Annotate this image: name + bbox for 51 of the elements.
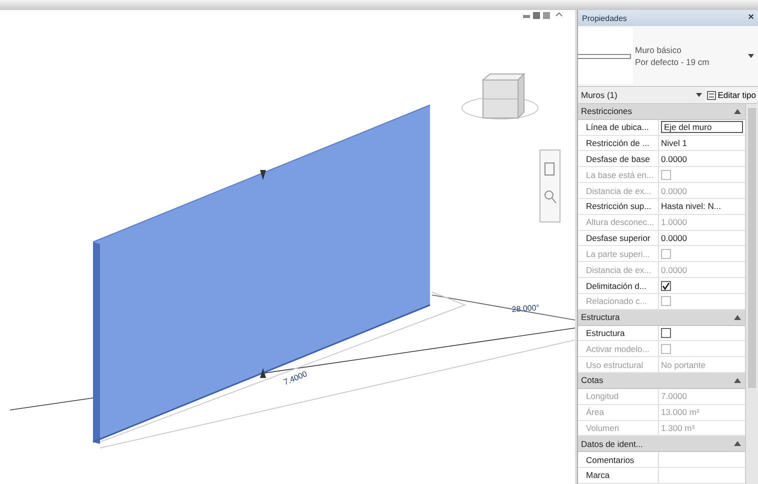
group-header[interactable]: Cotas <box>578 373 745 389</box>
property-label: Desfase de base <box>578 151 659 166</box>
caret-icon <box>748 54 754 58</box>
collapse-icon <box>734 441 741 446</box>
type-selector[interactable]: Muro básico Por defecto - 19 cm <box>578 26 758 87</box>
property-label: Delimitación d... <box>578 278 659 293</box>
dimension-label: 28.000° <box>512 303 540 314</box>
group-header[interactable]: Estructura <box>578 310 745 326</box>
view-cube-icon[interactable] <box>462 72 538 120</box>
scrollbar[interactable] <box>745 104 758 484</box>
collapse-icon <box>734 108 741 114</box>
checkbox[interactable] <box>661 280 671 291</box>
instance-dropdown[interactable]: Muros (1) <box>578 88 705 102</box>
property-label: Altura desconec... <box>578 214 659 230</box>
edit-type-icon <box>706 90 716 100</box>
type-family: Muro básico <box>635 45 682 55</box>
group-header[interactable]: Datos de ident... <box>578 436 745 452</box>
property-label: Distancia de ex... <box>578 262 659 278</box>
type-name: Por defecto - 19 cm <box>635 57 710 67</box>
property-label: Comentarios <box>578 452 659 468</box>
property-field[interactable]: Eje del muro <box>661 121 743 134</box>
dimension-label: 7.4000 <box>282 369 308 387</box>
property-value[interactable]: Hasta nivel: N... <box>661 201 721 212</box>
property-label: Restricción de ... <box>578 136 659 150</box>
property-label: Restricción sup... <box>578 198 659 214</box>
property-label: Desfase superior <box>578 230 659 246</box>
view-controls-icon[interactable] <box>523 12 562 19</box>
property-label: Línea de ubica... <box>578 120 659 135</box>
property-label: Uso estructural <box>578 357 659 372</box>
caret-icon <box>696 93 702 97</box>
property-label: Activar modelo... <box>578 341 659 356</box>
group-header[interactable]: Restricciones <box>578 104 745 120</box>
property-label: La parte superi... <box>578 246 659 262</box>
property-label: Marca <box>578 468 659 483</box>
navigation-bar[interactable] <box>540 150 560 222</box>
property-label: Longitud <box>578 388 659 404</box>
property-label: Volumen <box>578 420 659 436</box>
close-button[interactable]: × <box>748 13 754 23</box>
property-value[interactable]: 0.0000 <box>661 233 687 244</box>
property-label: Área <box>578 404 659 420</box>
panel-title: Propiedades <box>582 14 627 22</box>
edit-type-button[interactable]: Editar tipo <box>704 90 758 100</box>
property-label: La base está en... <box>578 167 659 182</box>
property-label: Relacionado c... <box>578 294 659 309</box>
collapse-icon <box>734 314 741 320</box>
property-label: Distancia de ex... <box>578 183 659 198</box>
property-label: Estructura <box>578 326 659 340</box>
checkbox[interactable] <box>661 328 671 338</box>
property-value[interactable]: 0.0000 <box>661 154 687 164</box>
property-value[interactable]: Nivel 1 <box>661 138 687 148</box>
collapse-icon <box>734 378 741 383</box>
